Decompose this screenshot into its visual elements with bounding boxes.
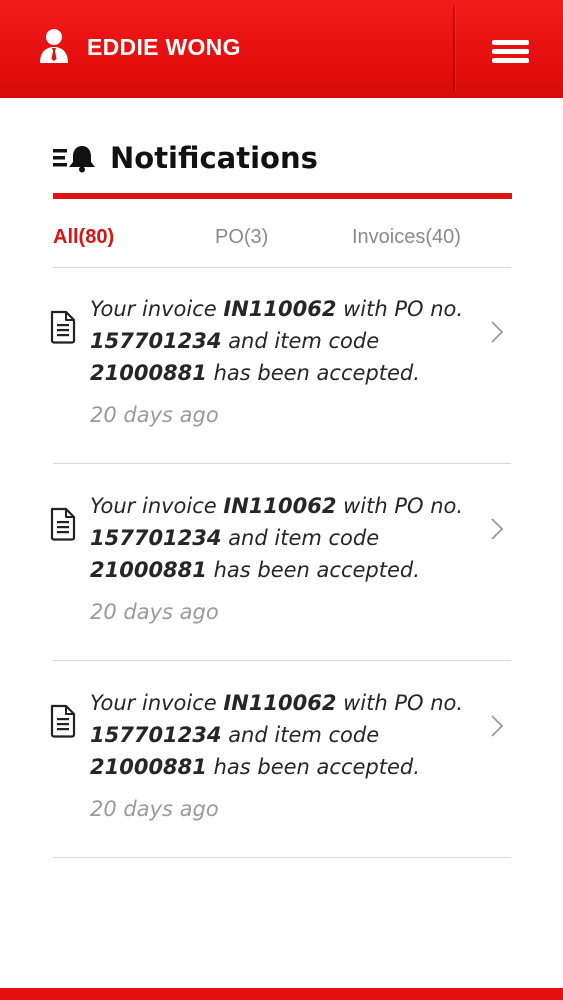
notification-item[interactable]: Your invoice IN110062 with PO no. 157701… xyxy=(50,268,511,464)
hamburger-menu-icon-bar xyxy=(492,58,529,63)
chevron-right-icon[interactable] xyxy=(490,320,504,344)
message-text: Your invoice xyxy=(90,297,224,321)
footer-bar xyxy=(0,988,563,1000)
page-title: Notifications xyxy=(110,141,318,175)
message-text: has been accepted. xyxy=(206,755,420,779)
notification-time: 20 days ago xyxy=(90,403,219,427)
header-divider xyxy=(453,6,455,92)
item-code: 21000881 xyxy=(90,558,207,582)
row-divider xyxy=(53,463,511,464)
user-name: EDDIE WONG xyxy=(87,34,241,60)
document-icon xyxy=(50,310,76,344)
document-icon xyxy=(50,704,76,738)
message-text: and item code xyxy=(221,329,380,353)
message-text: Your invoice xyxy=(90,691,224,715)
chevron-right-icon[interactable] xyxy=(490,517,504,541)
notification-message: Your invoice IN110062 with PO no. 157701… xyxy=(90,490,470,586)
tab-invoices[interactable]: Invoices(40) xyxy=(352,226,461,249)
message-text: with PO no. xyxy=(336,297,464,321)
tab-po[interactable]: PO(3) xyxy=(215,226,268,249)
message-text: Your invoice xyxy=(90,494,224,518)
message-text: with PO no. xyxy=(336,494,464,518)
title-underline xyxy=(53,193,512,199)
notification-item[interactable]: Your invoice IN110062 with PO no. 157701… xyxy=(50,465,511,661)
page-title-row: Notifications xyxy=(53,138,318,178)
message-text: and item code xyxy=(221,723,380,747)
invoice-number: IN110062 xyxy=(223,691,337,715)
po-number: 157701234 xyxy=(90,329,222,353)
item-code: 21000881 xyxy=(90,755,207,779)
notification-item[interactable]: Your invoice IN110062 with PO no. 157701… xyxy=(50,662,511,858)
notification-message: Your invoice IN110062 with PO no. 157701… xyxy=(90,687,470,783)
row-divider xyxy=(53,660,511,661)
notification-tabs: All(80) PO(3) Invoices(40) xyxy=(53,220,511,256)
hamburger-menu-icon-bar xyxy=(492,49,529,54)
po-number: 157701234 xyxy=(90,723,222,747)
app-header: EDDIE WONG xyxy=(0,0,563,98)
item-code: 21000881 xyxy=(90,361,207,385)
message-text: and item code xyxy=(221,526,380,550)
chevron-right-icon[interactable] xyxy=(490,714,504,738)
user-icon xyxy=(40,29,68,63)
message-text: has been accepted. xyxy=(206,361,420,385)
invoice-number: IN110062 xyxy=(223,297,337,321)
menu-button[interactable] xyxy=(490,38,530,66)
hamburger-menu-icon xyxy=(492,40,529,45)
message-text: with PO no. xyxy=(336,691,464,715)
notification-time: 20 days ago xyxy=(90,797,219,821)
invoice-number: IN110062 xyxy=(223,494,337,518)
row-divider xyxy=(53,857,511,858)
document-icon xyxy=(50,507,76,541)
po-number: 157701234 xyxy=(90,526,222,550)
message-text: has been accepted. xyxy=(206,558,420,582)
notification-time: 20 days ago xyxy=(90,600,219,624)
tab-all[interactable]: All(80) xyxy=(53,226,114,249)
notification-list-bell-icon xyxy=(53,146,95,173)
notification-message: Your invoice IN110062 with PO no. 157701… xyxy=(90,293,470,389)
